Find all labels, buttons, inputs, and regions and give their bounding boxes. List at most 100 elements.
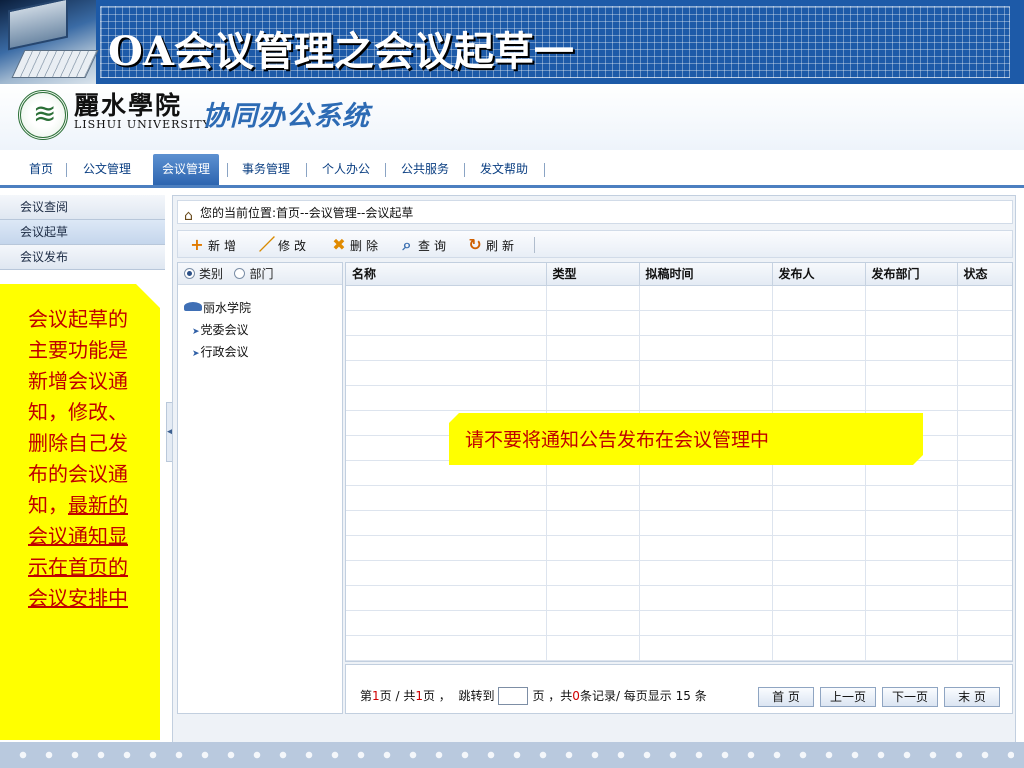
radio-unselected-icon bbox=[234, 268, 246, 279]
table-cell bbox=[957, 385, 1012, 411]
nav-item-public-services[interactable]: 公共服务 bbox=[392, 158, 458, 180]
table-cell bbox=[546, 535, 640, 561]
table-cell bbox=[546, 335, 640, 361]
jump-label: 跳转到 bbox=[458, 689, 495, 703]
table-cell bbox=[546, 510, 640, 536]
column-header-status[interactable]: 状态 bbox=[957, 263, 1012, 286]
jump-page-input[interactable] bbox=[498, 687, 529, 705]
table-cell bbox=[346, 585, 547, 611]
table-cell bbox=[957, 535, 1012, 561]
tree-filter: 类别 部门 bbox=[178, 263, 342, 285]
nav-item-meetings[interactable]: 会议管理 bbox=[153, 154, 220, 185]
table-cell bbox=[957, 510, 1012, 536]
table-cell bbox=[865, 535, 958, 561]
total-pages: 1 bbox=[415, 689, 423, 703]
column-header-department[interactable]: 发布部门 bbox=[865, 263, 958, 286]
column-header-publisher[interactable]: 发布人 bbox=[772, 263, 866, 286]
query-button[interactable]: ⌕ 查询 bbox=[398, 235, 450, 255]
table-cell bbox=[865, 635, 958, 661]
table-row bbox=[346, 635, 1012, 661]
prev-page-button[interactable]: 上一页 bbox=[820, 687, 876, 707]
table-cell bbox=[865, 610, 958, 636]
table-cell bbox=[957, 310, 1012, 336]
nav-item-help[interactable]: 发文帮助 bbox=[471, 158, 537, 180]
table-cell bbox=[772, 360, 866, 386]
table-cell bbox=[346, 335, 547, 361]
table-cell bbox=[772, 585, 866, 611]
table-cell bbox=[957, 360, 1012, 386]
table-row bbox=[346, 485, 1012, 511]
table-cell bbox=[346, 610, 547, 636]
table-cell bbox=[772, 510, 866, 536]
delete-button[interactable]: ✖ 删除 bbox=[330, 235, 382, 255]
plus-icon: + bbox=[190, 235, 204, 254]
table-cell bbox=[865, 335, 958, 361]
breadcrumb-text: 您的当前位置:首页--会议管理--会议起草 bbox=[200, 206, 414, 220]
table-cell bbox=[639, 535, 773, 561]
arrow-right-icon: ➤ bbox=[192, 327, 200, 337]
delete-x-icon: ✖ bbox=[332, 235, 346, 254]
callout-center-text: 请不要将通知公告发布在会议管理中 bbox=[465, 429, 770, 451]
table-cell bbox=[546, 310, 640, 336]
column-header-name[interactable]: 名称 bbox=[346, 263, 547, 286]
arrow-right-icon: ➤ bbox=[192, 349, 200, 359]
edit-button[interactable]: ／修改 bbox=[258, 235, 310, 255]
sidebar-item-meeting-draft[interactable]: 会议起草 bbox=[0, 220, 165, 245]
table-cell bbox=[546, 585, 640, 611]
per-page: 15 条 bbox=[675, 689, 707, 703]
pencil-icon: ／ bbox=[258, 235, 275, 254]
table-cell bbox=[346, 485, 547, 511]
sidebar-item-meeting-view[interactable]: 会议查阅 bbox=[0, 195, 165, 220]
column-header-type[interactable]: 类型 bbox=[546, 263, 640, 286]
last-page-button[interactable]: 末 页 bbox=[944, 687, 1000, 707]
system-title: 协同办公系统 bbox=[202, 101, 370, 132]
university-seal-icon bbox=[18, 90, 68, 140]
table-cell bbox=[546, 385, 640, 411]
app-banner: 麗水學院 LISHUI UNIVERSITY 协同办公系统 bbox=[0, 84, 1024, 150]
tree-root[interactable]: 丽水学院 bbox=[184, 299, 251, 316]
sidebar-item-meeting-publish[interactable]: 会议发布 bbox=[0, 245, 165, 270]
breadcrumb: ⌂ 您的当前位置:首页--会议管理--会议起草 bbox=[177, 200, 1013, 224]
toolbar: + 新增 ／修改 ✖ 删除 ⌕ 查询 ↻ 刷新 bbox=[177, 230, 1013, 258]
table-cell bbox=[546, 560, 640, 586]
table-cell bbox=[772, 385, 866, 411]
tree-item-party-committee[interactable]: ➤党委会议 bbox=[192, 321, 249, 338]
tree-item-administrative[interactable]: ➤行政会议 bbox=[192, 343, 249, 360]
table-cell bbox=[546, 635, 640, 661]
table-cell bbox=[546, 285, 640, 311]
radio-department[interactable]: 部门 bbox=[234, 267, 273, 281]
slide-header: OA会议管理之会议起草一 bbox=[0, 0, 1024, 84]
table-cell bbox=[865, 510, 958, 536]
table-cell bbox=[865, 360, 958, 386]
table-cell bbox=[546, 485, 640, 511]
table-cell bbox=[346, 560, 547, 586]
keyboard-image bbox=[0, 0, 99, 84]
add-button[interactable]: + 新增 bbox=[188, 235, 240, 255]
table-cell bbox=[346, 535, 547, 561]
nav-item-personal[interactable]: 个人办公 bbox=[313, 158, 379, 180]
pager: 第1页 / 共1页 ， 跳转到页 ，共0条记录/ 每页显示 15 条 首 页 上… bbox=[345, 664, 1013, 714]
book-icon bbox=[184, 302, 202, 311]
table-cell bbox=[639, 585, 773, 611]
nav-item-affairs[interactable]: 事务管理 bbox=[233, 158, 299, 180]
table-row bbox=[346, 510, 1012, 536]
table-cell bbox=[546, 360, 640, 386]
current-page: 1 bbox=[372, 689, 380, 703]
table-cell bbox=[865, 385, 958, 411]
nav-item-documents[interactable]: 公文管理 bbox=[74, 158, 140, 180]
first-page-button[interactable]: 首 页 bbox=[758, 687, 814, 707]
table-cell bbox=[639, 635, 773, 661]
radio-category[interactable]: 类别 bbox=[184, 267, 223, 281]
table-cell bbox=[546, 610, 640, 636]
table-cell bbox=[957, 435, 1012, 461]
table-cell bbox=[346, 310, 547, 336]
nav-item-home[interactable]: 首页 bbox=[20, 158, 62, 180]
table-cell bbox=[957, 485, 1012, 511]
column-header-draft-time[interactable]: 拟稿时间 bbox=[639, 263, 773, 286]
table-row bbox=[346, 385, 1012, 411]
table-cell bbox=[957, 635, 1012, 661]
refresh-button[interactable]: ↻ 刷新 bbox=[466, 235, 518, 255]
table-cell bbox=[772, 335, 866, 361]
next-page-button[interactable]: 下一页 bbox=[882, 687, 938, 707]
table-cell bbox=[957, 285, 1012, 311]
